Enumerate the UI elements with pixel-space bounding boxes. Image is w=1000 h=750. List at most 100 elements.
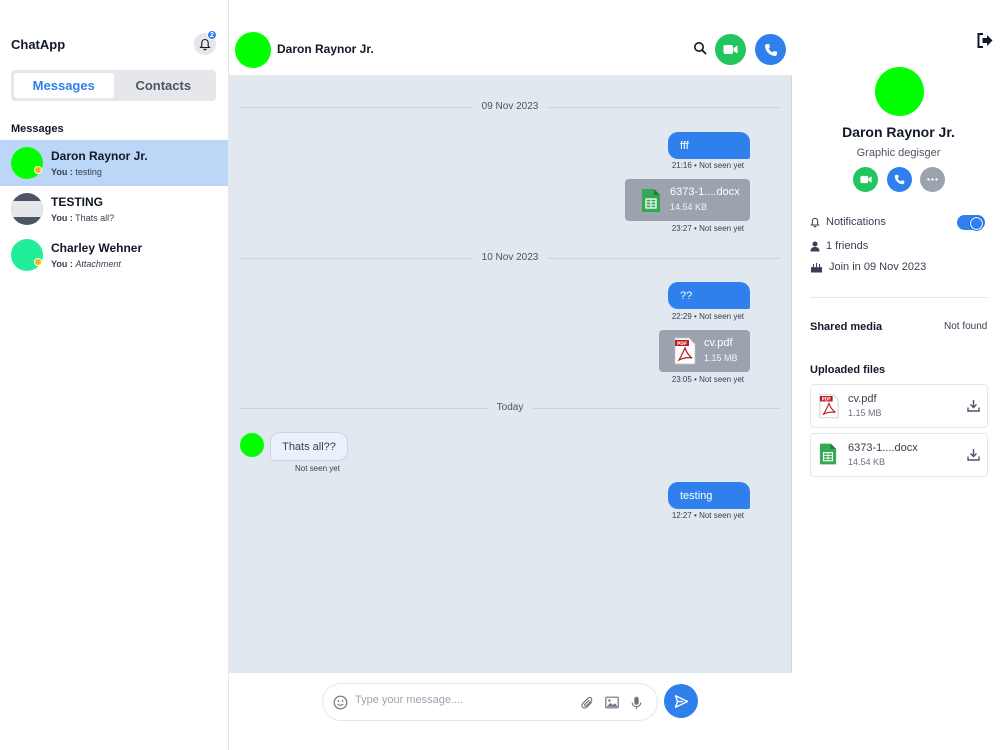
file-size: 1.15 MB <box>704 353 738 363</box>
status-dot <box>34 166 42 174</box>
contact-avatar[interactable] <box>235 32 271 68</box>
sidebar: ChatApp 2 Messages Contacts Messages Dar… <box>0 0 229 750</box>
joined-row: Join in 09 Nov 2023 <box>810 261 926 273</box>
chat-sender: You : <box>51 213 73 223</box>
chat-name: Daron Raynor Jr. <box>51 149 148 163</box>
notifications-label: Notifications <box>826 216 886 228</box>
profile-panel: Daron Raynor Jr. Graphic degisger Notifi… <box>793 0 1000 750</box>
avatar <box>11 239 43 271</box>
composer-bar <box>229 673 792 727</box>
chat-name: TESTING <box>51 195 104 209</box>
emoji-icon[interactable] <box>333 695 348 710</box>
profile-voice-call-button[interactable] <box>887 167 912 192</box>
chat-item-charley[interactable]: Charley Wehner You : Attachment <box>0 232 228 278</box>
joined-date: Join in 09 Nov 2023 <box>829 261 927 273</box>
message-composer <box>322 683 658 721</box>
more-icon <box>927 178 938 181</box>
date-separator-label: Today <box>487 402 533 413</box>
chat-last-message: Thats all? <box>75 213 115 223</box>
chat-item-daron[interactable]: Daron Raynor Jr. You : testing <box>0 140 228 186</box>
file-size: 14.54 KB <box>848 457 886 467</box>
pdf-file-icon: PDF <box>819 393 839 419</box>
messages-section-label: Messages <box>11 123 64 135</box>
shared-media-value: Not found <box>944 321 988 332</box>
uploaded-file-item[interactable]: 6373-1....docx 14.54 KB <box>810 433 988 477</box>
phone-icon <box>764 43 777 56</box>
profile-avatar <box>875 67 924 116</box>
friends-count: 1 friends <box>826 240 869 252</box>
chat-name: Charley Wehner <box>51 241 143 255</box>
outgoing-message[interactable]: fff <box>668 132 750 159</box>
outgoing-message[interactable]: ?? <box>668 282 750 309</box>
notifications-button[interactable]: 2 <box>194 30 217 55</box>
message-input[interactable] <box>355 694 575 706</box>
app-title: ChatApp <box>11 37 66 52</box>
date-separator: Today <box>240 402 780 413</box>
cake-icon <box>810 262 823 272</box>
paperclip-icon[interactable] <box>581 696 594 710</box>
status-dot <box>34 258 42 266</box>
file-size: 1.15 MB <box>848 408 882 418</box>
file-name: 6373-1....docx <box>848 442 918 454</box>
message-meta: 21:16 • Not seen yet <box>671 161 744 170</box>
chat-sender: You : <box>51 259 73 269</box>
notifications-row: Notifications <box>810 216 886 228</box>
phone-icon <box>894 174 905 185</box>
date-separator-label: 10 Nov 2023 <box>472 252 548 263</box>
contact-name: Daron Raynor Jr. <box>277 42 374 56</box>
date-separator-label: 09 Nov 2023 <box>472 101 548 112</box>
image-icon[interactable] <box>605 696 619 709</box>
outgoing-file-message[interactable]: 6373-1....docx 14.54 KB <box>625 179 750 221</box>
incoming-message[interactable]: Thats all?? <box>270 432 348 461</box>
chat-item-testing[interactable]: TESTING You : Thats all? <box>0 186 228 232</box>
user-icon <box>810 241 820 251</box>
avatar <box>11 193 43 225</box>
sidebar-tabs: Messages Contacts <box>11 70 216 101</box>
shared-media-label: Shared media <box>810 321 883 333</box>
uploaded-files-label: Uploaded files <box>810 364 886 376</box>
search-icon[interactable] <box>693 41 707 55</box>
file-name: cv.pdf <box>704 337 733 349</box>
spreadsheet-file-icon <box>819 443 837 465</box>
spreadsheet-file-icon <box>642 189 660 212</box>
download-icon[interactable] <box>967 448 980 461</box>
voice-call-button[interactable] <box>755 34 786 65</box>
tab-contacts[interactable]: Contacts <box>114 73 214 98</box>
message-meta: Not seen yet <box>295 464 340 473</box>
svg-text:PDF: PDF <box>822 397 831 402</box>
video-icon <box>859 175 872 184</box>
outgoing-message[interactable]: testing <box>668 482 750 509</box>
chat-header: Daron Raynor Jr. <box>229 24 792 76</box>
video-icon <box>723 45 738 54</box>
avatar-image <box>11 201 43 217</box>
microphone-icon[interactable] <box>631 696 642 710</box>
outgoing-file-message[interactable]: PDF cv.pdf 1.15 MB <box>659 330 750 372</box>
profile-name: Daron Raynor Jr. <box>842 124 955 140</box>
profile-video-call-button[interactable] <box>853 167 878 192</box>
message-meta: 23:27 • Not seen yet <box>671 224 744 233</box>
send-button[interactable] <box>664 684 698 718</box>
chat-sender: You : <box>51 167 73 177</box>
file-name: 6373-1....docx <box>670 186 740 198</box>
video-call-button[interactable] <box>715 34 746 65</box>
bell-icon <box>810 217 820 227</box>
profile-role: Graphic degisger <box>856 147 941 159</box>
chat-preview: You : Thats all? <box>51 213 114 223</box>
chat-last-message: Attachment <box>75 259 121 269</box>
send-icon <box>674 694 688 708</box>
uploaded-file-item[interactable]: PDF cv.pdf 1.15 MB <box>810 384 988 428</box>
message-meta: 12:27 • Not seen yet <box>671 511 744 520</box>
avatar <box>11 147 43 179</box>
friends-row: 1 friends <box>810 240 868 252</box>
svg-text:PDF: PDF <box>677 341 687 347</box>
profile-more-button[interactable] <box>920 167 945 192</box>
date-separator: 10 Nov 2023 <box>240 252 780 263</box>
chat-panel: Daron Raynor Jr. 09 Nov 2023 10 Nov 2023… <box>229 24 792 727</box>
divider <box>810 297 988 298</box>
file-name: cv.pdf <box>848 393 877 405</box>
download-icon[interactable] <box>967 399 980 412</box>
chat-last-message: testing <box>75 167 102 177</box>
notifications-toggle[interactable] <box>957 215 985 231</box>
logout-icon[interactable] <box>977 33 993 48</box>
tab-messages[interactable]: Messages <box>14 73 114 98</box>
